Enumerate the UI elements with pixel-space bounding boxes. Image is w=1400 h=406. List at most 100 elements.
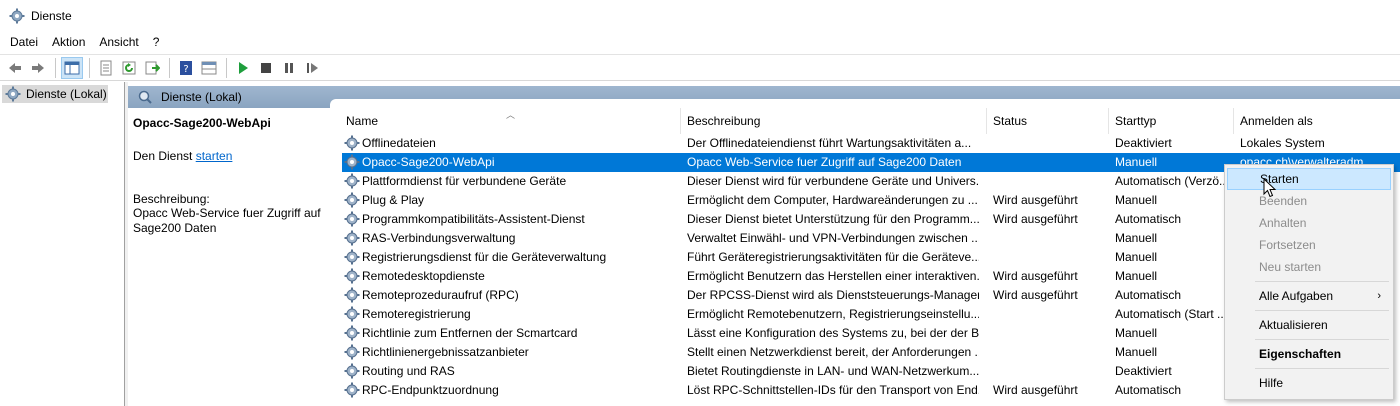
service-start-type: Deaktiviert <box>1115 136 1172 150</box>
resume-service-button[interactable] <box>301 57 323 79</box>
service-name: Remotedesktopdienste <box>362 269 485 283</box>
gear-icon <box>344 306 360 322</box>
context-menu-stop[interactable]: Beenden <box>1227 190 1391 212</box>
gear-icon <box>344 249 360 265</box>
toolbar-separator <box>169 57 170 78</box>
service-start-type: Manuell <box>1115 269 1158 283</box>
window-title: Dienste <box>31 9 72 23</box>
properties-button[interactable] <box>95 57 117 79</box>
start-service-link[interactable]: starten <box>196 149 233 163</box>
service-start-type: Automatisch <box>1115 383 1182 397</box>
service-status: Wird ausgeführt <box>993 383 1078 397</box>
service-status <box>993 153 1111 172</box>
magnifier-icon <box>138 90 152 104</box>
context-menu-properties[interactable]: Eigenschaften <box>1227 343 1391 365</box>
description-pane: Opacc-Sage200-WebApi Den Dienst starten … <box>128 108 330 406</box>
service-status <box>993 134 1111 153</box>
context-menu-pause[interactable]: Anhalten <box>1227 212 1391 234</box>
description-text: Opacc Web-Service fuer Zugriff auf Sage2… <box>133 206 321 235</box>
mouse-cursor-icon <box>1263 178 1277 198</box>
context-menu-separator <box>1255 368 1389 369</box>
back-arrow-icon <box>9 62 21 73</box>
service-name: Offlinedateien <box>362 136 436 150</box>
service-status <box>993 305 1111 324</box>
svg-text:?: ? <box>183 64 188 75</box>
service-status <box>993 248 1111 267</box>
service-status <box>993 229 1111 248</box>
service-description: Stellt einen Netzwerkdienst bereit, der … <box>687 345 979 359</box>
service-name: RAS-Verbindungsverwaltung <box>362 231 516 245</box>
help-icon: ? <box>180 60 192 75</box>
toolbar-separator <box>226 57 227 78</box>
gear-icon <box>9 8 25 24</box>
selected-service-name: Opacc-Sage200-WebApi <box>133 116 271 130</box>
service-status: Wird ausgeführt <box>993 269 1078 283</box>
table-row[interactable]: Offlinedateien Der Offlinedateiendienst f… <box>342 134 1400 153</box>
stop-service-button[interactable] <box>255 57 277 79</box>
properties-icon <box>100 60 112 75</box>
service-status: Wird ausgeführt <box>993 193 1078 207</box>
context-menu-refresh[interactable]: Aktualisieren <box>1227 314 1391 336</box>
service-status <box>993 172 1111 191</box>
help-button[interactable]: ? <box>175 57 197 79</box>
gear-icon <box>344 154 360 170</box>
export-button[interactable] <box>141 57 163 79</box>
service-status <box>993 324 1111 343</box>
column-header-logon[interactable]: Anmelden als <box>1234 108 1400 134</box>
refresh-button[interactable] <box>118 57 140 79</box>
export-icon <box>145 61 160 74</box>
description-label: Beschreibung: <box>133 192 210 206</box>
context-menu-all-tasks[interactable]: Alle Aufgaben › <box>1227 285 1391 307</box>
service-name: Richtlinie zum Entfernen der Scmartcard <box>362 326 578 340</box>
gear-icon <box>344 382 360 398</box>
service-description: Lässt eine Konfiguration des Systems zu,… <box>687 326 979 340</box>
gear-icon <box>344 344 360 360</box>
column-header-name[interactable]: Name <box>340 108 681 134</box>
column-header-status[interactable]: Status <box>987 108 1109 134</box>
service-start-type: Manuell <box>1115 345 1158 359</box>
toolbar-separator <box>89 57 90 78</box>
start-service-button[interactable] <box>232 57 254 79</box>
tree-item-dienste-lokal[interactable]: Dienste (Lokal) <box>2 85 108 103</box>
extended-view-icon <box>201 61 217 74</box>
service-description: Ermöglicht Remotebenutzern, Registrierun… <box>687 307 979 321</box>
column-header-description[interactable]: Beschreibung <box>681 108 987 134</box>
start-service-line: Den Dienst starten <box>133 149 330 163</box>
gear-icon <box>344 211 360 227</box>
context-menu-help[interactable]: Hilfe <box>1227 372 1391 394</box>
menu-datei[interactable]: Datei <box>3 32 45 53</box>
forward-arrow-icon <box>32 62 44 73</box>
context-menu-restart[interactable]: Neu starten <box>1227 256 1391 278</box>
service-description: Ermöglicht Benutzern das Herstellen eine… <box>687 269 979 283</box>
extended-view-button[interactable] <box>198 57 220 79</box>
gear-icon <box>344 230 360 246</box>
context-menu-resume[interactable]: Fortsetzen <box>1227 234 1391 256</box>
context-menu: Starten Beenden Anhalten Fortsetzen Neu … <box>1224 164 1394 400</box>
menu-help[interactable]: ? <box>146 32 167 53</box>
start-prefix: Den Dienst <box>133 149 196 163</box>
column-header-start-type[interactable]: Starttyp <box>1109 108 1234 134</box>
back-button[interactable] <box>4 57 26 79</box>
forward-button[interactable] <box>27 57 49 79</box>
stop-icon <box>261 62 271 73</box>
console-tree-button[interactable] <box>61 56 83 79</box>
service-description: Löst RPC-Schnittstellen-IDs für den Tran… <box>687 383 979 397</box>
service-logon: Lokales System <box>1240 136 1325 150</box>
service-name: Registrierungsdienst für die Geräteverwa… <box>362 250 607 264</box>
gear-icon <box>344 287 360 303</box>
service-description: Bietet Routingdienste in LAN- und WAN-Ne… <box>687 364 979 378</box>
service-status: Wird ausgeführt <box>993 212 1078 226</box>
menu-ansicht[interactable]: Ansicht <box>92 32 145 53</box>
service-description: Dieser Dienst bietet Unterstützung für d… <box>687 212 979 226</box>
context-menu-separator <box>1255 310 1389 311</box>
context-menu-start[interactable]: Starten <box>1227 168 1391 190</box>
resume-icon <box>307 62 318 73</box>
service-start-type: Manuell <box>1115 193 1158 207</box>
service-start-type: Automatisch (Start ... <box>1115 307 1228 321</box>
menu-aktion[interactable]: Aktion <box>45 32 92 53</box>
service-name: Remoteprozeduraufruf (RPC) <box>362 288 519 302</box>
service-name: RPC-Endpunktzuordnung <box>362 383 499 397</box>
service-start-type: Automatisch <box>1115 288 1182 302</box>
pause-service-button[interactable] <box>278 57 300 79</box>
service-name: Remoteregistrierung <box>362 307 471 321</box>
